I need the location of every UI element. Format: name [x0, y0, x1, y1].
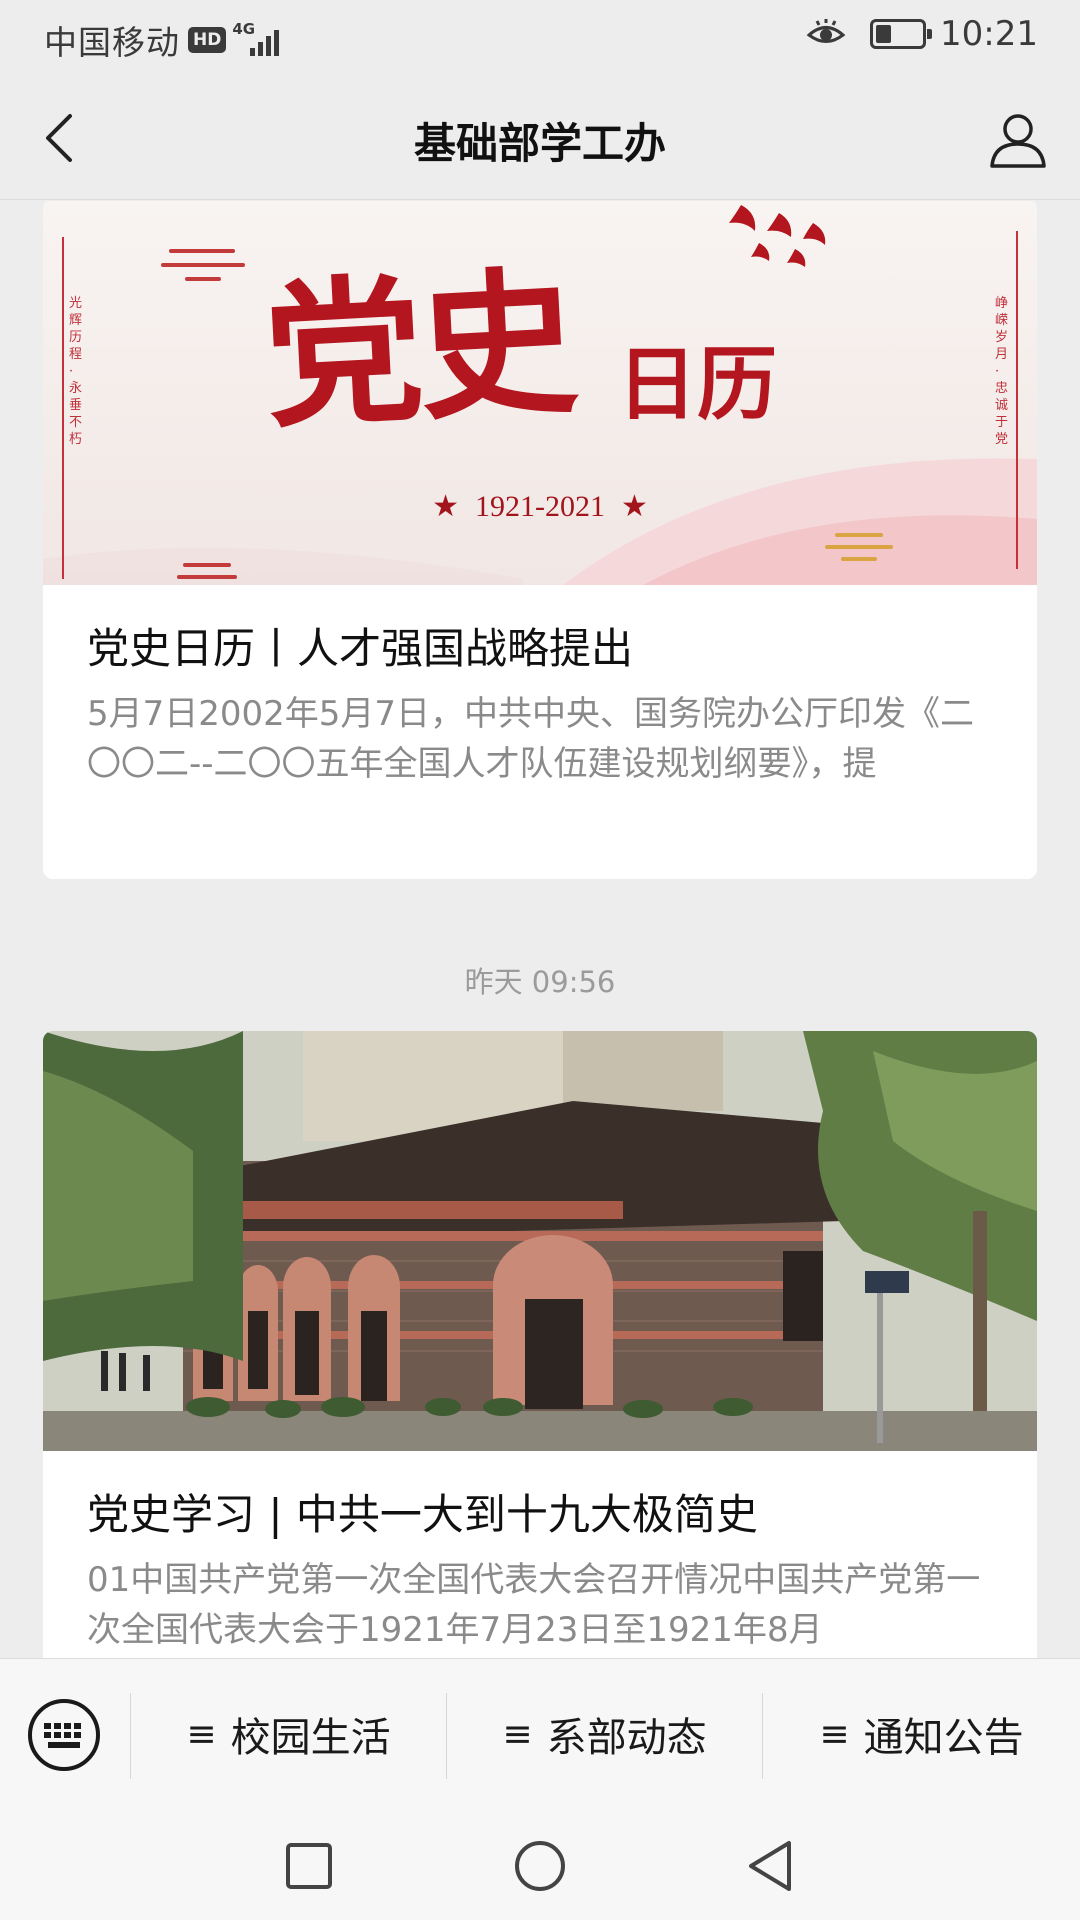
keyboard-toggle-button[interactable] — [26, 1697, 102, 1773]
person-icon — [990, 114, 1046, 168]
article-title: 党史日历丨人才强国战略提出 — [87, 624, 634, 673]
menu-item-department-news[interactable]: ≡ 系部动态 — [447, 1699, 762, 1769]
star-icon: ★ — [432, 490, 459, 523]
profile-button[interactable] — [984, 106, 1052, 174]
article-cover-image: 光辉历程·永垂不朽 峥嵘岁月·忠诚于党 党史 日历 ★ 1921-2021 ★ — [43, 201, 1037, 585]
signal-icon: 4G — [232, 20, 288, 60]
triangle-back-icon — [749, 1841, 791, 1891]
eye-icon — [806, 19, 846, 43]
left-vertical-slogan: 光辉历程·永垂不朽 — [69, 296, 83, 447]
article-card[interactable]: 光辉历程·永垂不朽 峥嵘岁月·忠诚于党 党史 日历 ★ 1921-2021 ★ 党史… — [43, 201, 1037, 879]
menu-icon: ≡ — [502, 1713, 533, 1755]
bottom-menu: ≡ 校园生活 ≡ 系部动态 ≡ 通知公告 — [0, 1658, 1080, 1808]
message-feed[interactable]: 光辉历程·永垂不朽 峥嵘岁月·忠诚于党 党史 日历 ★ 1921-2021 ★ 党史… — [0, 201, 1080, 1658]
hd-badge: HD — [188, 27, 227, 53]
article-cover-image — [43, 1031, 1037, 1451]
back-nav-button[interactable] — [738, 1834, 802, 1898]
banner-years: 1921-2021 — [475, 490, 605, 523]
square-icon — [286, 1843, 332, 1889]
signal-bars — [250, 30, 282, 56]
recent-apps-button[interactable] — [277, 1834, 341, 1898]
menu-item-notices[interactable]: ≡ 通知公告 — [763, 1699, 1080, 1769]
right-vertical-slogan: 峥嵘岁月·忠诚于党 — [995, 296, 1009, 447]
first-congress-site-photo — [43, 1031, 1037, 1451]
clock: 10:21 — [940, 14, 1038, 54]
circle-icon — [515, 1841, 565, 1891]
battery-level — [876, 25, 892, 43]
system-navigation-bar — [0, 1808, 1080, 1920]
status-bar: 中国移动 HD 4G 10:21 — [0, 0, 1080, 76]
article-card[interactable]: 党史学习 | 中共一大到十九大极简史 01中国共产党第一次全国代表大会召开情况中… — [43, 1031, 1037, 1658]
nav-bar: 基础部学工办 — [0, 76, 1080, 200]
status-left: 中国移动 HD 4G — [44, 16, 288, 64]
banner-big-characters: 党史 — [260, 250, 578, 451]
menu-item-label: 校园生活 — [230, 1715, 391, 1761]
message-timestamp: 昨天 09:56 — [464, 965, 616, 999]
banner-year-range: ★ 1921-2021 ★ — [43, 489, 1037, 524]
status-right: 10:21 — [806, 14, 1038, 54]
article-summary: 01中国共产党第一次全国代表大会召开情况中国共产党第一次全国代表大会于1921年… — [87, 1560, 981, 1650]
battery-icon — [870, 19, 933, 49]
menu-icon: ≡ — [819, 1713, 850, 1755]
star-icon: ★ — [621, 490, 648, 523]
menu-item-label: 系部动态 — [546, 1715, 707, 1761]
banner-small-characters: 日历 — [617, 338, 777, 431]
keyboard-icon — [28, 1699, 100, 1771]
page-title: 基础部学工办 — [413, 119, 666, 168]
screen: 中国移动 HD 4G 10:21 基础部学工办 光辉历程·永垂不朽 峥嵘岁月·忠… — [0, 0, 1080, 1920]
home-button[interactable] — [508, 1834, 572, 1898]
menu-item-label: 通知公告 — [863, 1715, 1024, 1761]
article-title: 党史学习 | 中共一大到十九大极简史 — [87, 1490, 758, 1539]
menu-item-campus-life[interactable]: ≡ 校园生活 — [131, 1699, 446, 1769]
menu-icon: ≡ — [186, 1713, 217, 1755]
article-summary: 5月7日2002年5月7日，中共中央、国务院办公厅印发《二〇〇二--二〇〇五年全… — [87, 694, 975, 784]
carrier-name: 中国移动 — [44, 23, 180, 62]
